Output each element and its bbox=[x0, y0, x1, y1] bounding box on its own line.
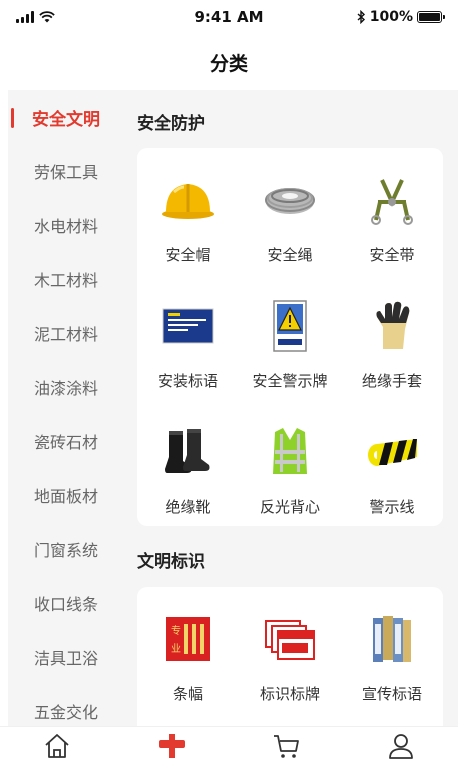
category-icon bbox=[158, 733, 185, 758]
product-label: 警示线 bbox=[369, 498, 415, 516]
section-card: 专 业 条幅 标识标牌 宣传标语 bbox=[137, 587, 443, 726]
signage-icon bbox=[260, 609, 320, 669]
rope-icon bbox=[260, 170, 320, 230]
section-title: 安全防护 bbox=[137, 114, 205, 134]
product-item[interactable]: 安全绳 bbox=[239, 148, 341, 274]
product-item[interactable]: 安全警示牌 bbox=[239, 274, 341, 400]
product-label: 安全警示牌 bbox=[252, 372, 328, 390]
poster-icon bbox=[362, 609, 422, 669]
sidebar-item-masonry[interactable]: 泥工材料 bbox=[8, 306, 124, 360]
product-item[interactable]: 安装标语 bbox=[137, 274, 239, 400]
section-title: 文明标识 bbox=[137, 552, 205, 572]
product-label: 安全绳 bbox=[267, 246, 313, 264]
product-label: 标识标牌 bbox=[259, 685, 320, 703]
glove-icon bbox=[362, 296, 422, 356]
harness-icon bbox=[362, 170, 422, 230]
product-item[interactable]: 标识标牌 bbox=[239, 587, 341, 713]
product-label: 安装标语 bbox=[157, 372, 218, 390]
tab-profile[interactable] bbox=[371, 729, 431, 763]
battery-percent: 100% bbox=[369, 9, 413, 25]
content-panel: 安全防护 安全帽 安全绳 安全带 安装标语 安全警示牌 绝缘手套 绝缘靴 反光背… bbox=[124, 90, 458, 726]
tab-bar bbox=[0, 726, 458, 764]
category-sidebar: 安全文明 劳保工具 水电材料 木工材料 泥工材料 油漆涂料 瓷砖石材 地面板材 … bbox=[8, 90, 124, 726]
warning-sign-icon bbox=[260, 296, 320, 356]
sidebar-item-doors-windows[interactable]: 门窗系统 bbox=[8, 522, 124, 576]
boots-icon bbox=[158, 422, 218, 482]
caution-tape-icon bbox=[362, 422, 422, 482]
product-item[interactable]: 安全带 bbox=[341, 148, 443, 274]
product-label: 安全带 bbox=[369, 246, 415, 264]
status-left bbox=[16, 11, 136, 23]
sidebar-item-carpentry[interactable]: 木工材料 bbox=[8, 252, 124, 306]
svg-text:业: 业 bbox=[171, 643, 181, 655]
battery-icon bbox=[417, 11, 445, 23]
product-item[interactable]: 绝缘手套 bbox=[341, 274, 443, 400]
product-item[interactable]: 绝缘靴 bbox=[137, 400, 239, 526]
status-right: 100% bbox=[322, 9, 445, 25]
tab-home[interactable] bbox=[27, 729, 87, 763]
product-label: 反光背心 bbox=[259, 498, 320, 516]
product-item[interactable]: 安全帽 bbox=[137, 148, 239, 274]
home-icon bbox=[45, 733, 69, 758]
section-card: 安全帽 安全绳 安全带 安装标语 安全警示牌 绝缘手套 绝缘靴 反光背心 警示线 bbox=[137, 148, 443, 526]
sidebar-item-paint[interactable]: 油漆涂料 bbox=[8, 360, 124, 414]
product-label: 绝缘靴 bbox=[165, 498, 211, 516]
product-label: 安全帽 bbox=[165, 246, 211, 264]
product-item[interactable]: 宣传标语 bbox=[341, 587, 443, 713]
product-label: 条幅 bbox=[172, 685, 203, 703]
svg-text:专: 专 bbox=[171, 624, 181, 637]
banner-icon: 专 业 bbox=[158, 609, 218, 669]
cart-icon bbox=[274, 734, 300, 758]
sidebar-item-flooring[interactable]: 地面板材 bbox=[8, 468, 124, 522]
main-area: 安全文明 劳保工具 水电材料 木工材料 泥工材料 油漆涂料 瓷砖石材 地面板材 … bbox=[0, 90, 458, 726]
status-bar: 9:41 AM 100% bbox=[0, 0, 458, 34]
product-label: 绝缘手套 bbox=[361, 372, 422, 390]
sidebar-item-tile-stone[interactable]: 瓷砖石材 bbox=[8, 414, 124, 468]
product-label: 宣传标语 bbox=[361, 685, 422, 703]
page-title: 分类 bbox=[209, 52, 248, 75]
helmet-icon bbox=[158, 170, 218, 230]
sign-board-icon bbox=[158, 296, 218, 356]
status-time: 9:41 AM bbox=[194, 8, 264, 26]
bluetooth-icon bbox=[357, 10, 365, 24]
sidebar-item-labor-tools[interactable]: 劳保工具 bbox=[8, 144, 124, 198]
tab-category[interactable] bbox=[142, 729, 202, 763]
product-item[interactable]: 专 业 条幅 bbox=[137, 587, 239, 713]
signal-icon bbox=[16, 11, 34, 23]
wifi-icon bbox=[39, 11, 55, 23]
tab-cart[interactable] bbox=[256, 729, 316, 763]
sidebar-item-plumbing-electrical[interactable]: 水电材料 bbox=[8, 198, 124, 252]
sidebar-item-safety[interactable]: 安全文明 bbox=[8, 90, 124, 144]
vest-icon bbox=[260, 422, 320, 482]
product-item[interactable]: 警示线 bbox=[341, 400, 443, 526]
sidebar-item-bathroom[interactable]: 洁具卫浴 bbox=[8, 630, 124, 684]
profile-icon bbox=[388, 733, 413, 759]
product-item[interactable]: 反光背心 bbox=[239, 400, 341, 526]
sidebar-item-hardware[interactable]: 五金交化 bbox=[8, 684, 124, 726]
sidebar-item-trim[interactable]: 收口线条 bbox=[8, 576, 124, 630]
